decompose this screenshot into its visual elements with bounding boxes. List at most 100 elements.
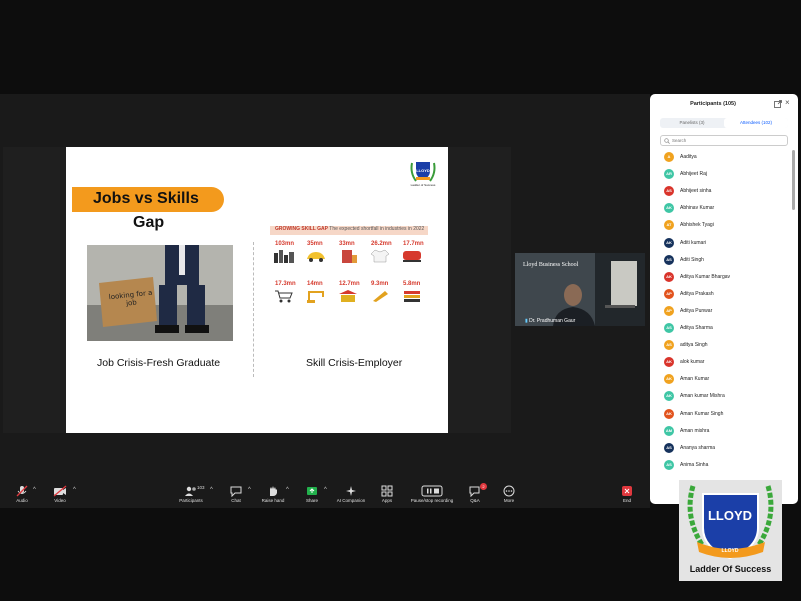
camera-off-icon <box>53 485 67 497</box>
attendee-row[interactable]: AK alok kumar <box>650 355 790 369</box>
avatar: AS <box>664 254 674 265</box>
attendee-row[interactable]: AR Abhijeet Raj <box>650 167 790 181</box>
attendee-row[interactable]: AP Aditya Prakash <box>650 287 790 301</box>
attendee-row[interactable]: AM Aman mishra <box>650 424 790 438</box>
participants-icon <box>185 486 196 496</box>
attendee-list-scrollbar[interactable] <box>792 150 795 210</box>
shirt-icon <box>370 249 390 263</box>
graduate-photo: looking for a job <box>87 245 233 341</box>
raise-hand-button[interactable]: Raise hand <box>253 483 293 503</box>
attendee-row[interactable]: AP Aditya Punwar <box>650 304 790 318</box>
metric-5: 17.7mn <box>403 241 424 247</box>
attendee-row[interactable]: AS Abhijeet sinha <box>650 184 790 198</box>
avatar: AK <box>664 374 674 385</box>
attendee-name: Aman mishra <box>680 427 710 434</box>
svg-text:LLOYD: LLOYD <box>416 168 430 173</box>
metric-10: 5.8mn <box>403 281 421 287</box>
video-background-text: Lloyd Business School <box>523 262 579 268</box>
chat-button[interactable]: Chat <box>216 483 256 503</box>
attendee-row[interactable]: AT Abhishek Tyagi <box>650 218 790 232</box>
attendee-row[interactable]: A Aaditya <box>650 150 790 164</box>
avatar: AM <box>664 425 674 436</box>
metric-3: 33mn <box>339 241 355 247</box>
avatar: AS <box>664 442 674 453</box>
skill-gap-infographic: GROWING SKILL GAP The expected shortfall… <box>267 223 431 321</box>
svg-text:LLOYD: LLOYD <box>722 548 739 554</box>
popout-icon[interactable] <box>774 100 782 108</box>
lloyd-crest-logo: LLOYD LLOYD <box>687 485 774 560</box>
attendee-name: Ananya sharma <box>680 444 716 451</box>
lloyd-watermark: LLOYD LLOYD Ladder Of Success <box>679 480 782 581</box>
avatar: AS <box>664 459 674 470</box>
attendee-row[interactable]: AS Anima Sinha <box>650 458 790 472</box>
attendee-name: Aaditya <box>680 154 697 160</box>
chat-options-caret[interactable]: ^ <box>248 487 251 493</box>
search-icon <box>664 138 670 144</box>
attendee-row[interactable]: AK Aditi kumari <box>650 236 790 250</box>
avatar: AK <box>664 357 674 368</box>
more-icon <box>503 485 515 497</box>
lloyd-tagline: Ladder Of Success <box>689 564 772 574</box>
attendee-row[interactable]: AS Aditya Sharma <box>650 321 790 335</box>
attendee-row[interactable]: AS Aditi Singh <box>650 253 790 267</box>
qa-badge: 2 <box>480 483 487 490</box>
attendee-row[interactable]: AS Ananya sharma <box>650 441 790 455</box>
metric-7: 14mn <box>307 281 323 287</box>
ai-companion-button[interactable]: AI Companion <box>331 483 371 503</box>
metric-2: 35mn <box>307 241 323 247</box>
speaker-name: ▮ Dr. Pradhuman Gaur <box>525 318 576 324</box>
search-input[interactable] <box>672 137 782 144</box>
attendee-name: Aditya Sharma <box>680 325 713 331</box>
video-options-caret[interactable]: ^ <box>73 487 76 493</box>
participants-button[interactable]: 103 Participants <box>171 483 211 503</box>
tab-attendees[interactable]: Attendees (102) <box>724 118 788 128</box>
participants-title: Participants (105) <box>690 101 736 107</box>
attendee-row[interactable]: AK Aditya Kumar Bhargav <box>650 270 790 284</box>
apps-button[interactable]: Apps <box>367 483 407 503</box>
attendee-name: Aman Kumar <box>680 376 710 383</box>
avatar: AP <box>664 305 674 316</box>
crane-icon <box>307 291 324 303</box>
speaker-video-tile[interactable]: Lloyd Business School <box>515 253 645 326</box>
more-button[interactable]: More <box>489 483 529 503</box>
hand-icon <box>270 486 277 496</box>
metric-6: 17.3mn <box>275 281 296 287</box>
lloyd-slide-logo: Ladder of Success LLOYD <box>410 162 436 187</box>
participants-options-caret[interactable]: ^ <box>210 487 213 493</box>
avatar: AK <box>664 271 674 282</box>
participant-search <box>660 135 788 146</box>
attendee-name: Anima Sinha <box>680 461 709 468</box>
share-button[interactable]: Share <box>292 483 332 503</box>
avatar: AT <box>664 220 674 231</box>
tab-panelists[interactable]: Panelists (3) <box>660 118 724 128</box>
attendee-row[interactable]: AK Aman Kumar <box>650 372 790 386</box>
attendee-row[interactable]: AK Aman Kumar Singh <box>650 407 790 421</box>
share-options-caret[interactable]: ^ <box>324 487 327 493</box>
attendee-name: Aman Kumar Singh <box>680 410 724 417</box>
attendee-name: aditya Singh <box>680 342 708 349</box>
attendee-row[interactable]: AS aditya Singh <box>650 338 790 352</box>
slide-title: Jobs vs Skills <box>93 190 199 207</box>
train-icon <box>403 251 421 262</box>
attendee-name: Aman kumar Mishra <box>680 393 725 400</box>
meeting-toolbar: Audio ^ Video ^ 103 Participants ^ Chat … <box>0 483 650 511</box>
attendee-row[interactable]: AK Aman kumar Mishra <box>650 389 790 403</box>
avatar: AK <box>664 237 674 248</box>
avatar: A <box>664 152 674 162</box>
attendee-name: Abhijeet sinha <box>680 188 712 195</box>
avatar: AS <box>664 340 674 351</box>
end-button[interactable]: End <box>607 483 647 503</box>
audio-button[interactable]: Audio <box>2 483 42 503</box>
close-icon[interactable]: × <box>785 99 790 107</box>
books-icon <box>404 291 420 302</box>
attendee-name: Abhijeet Raj <box>680 171 707 178</box>
raise-hand-options-caret[interactable]: ^ <box>286 487 289 493</box>
attendee-row[interactable]: AK Abhinav Kumar <box>650 201 790 215</box>
slide-subtitle: Gap <box>133 214 165 231</box>
infographic-subheading: The expected shortfall in industries in … <box>329 226 425 232</box>
apps-icon <box>381 485 393 497</box>
audio-options-caret[interactable]: ^ <box>33 487 36 493</box>
attendee-name: Aditi Singh <box>680 256 704 263</box>
video-button[interactable]: Video <box>40 483 80 503</box>
recording-button[interactable]: Pause/stop recording <box>410 483 454 503</box>
